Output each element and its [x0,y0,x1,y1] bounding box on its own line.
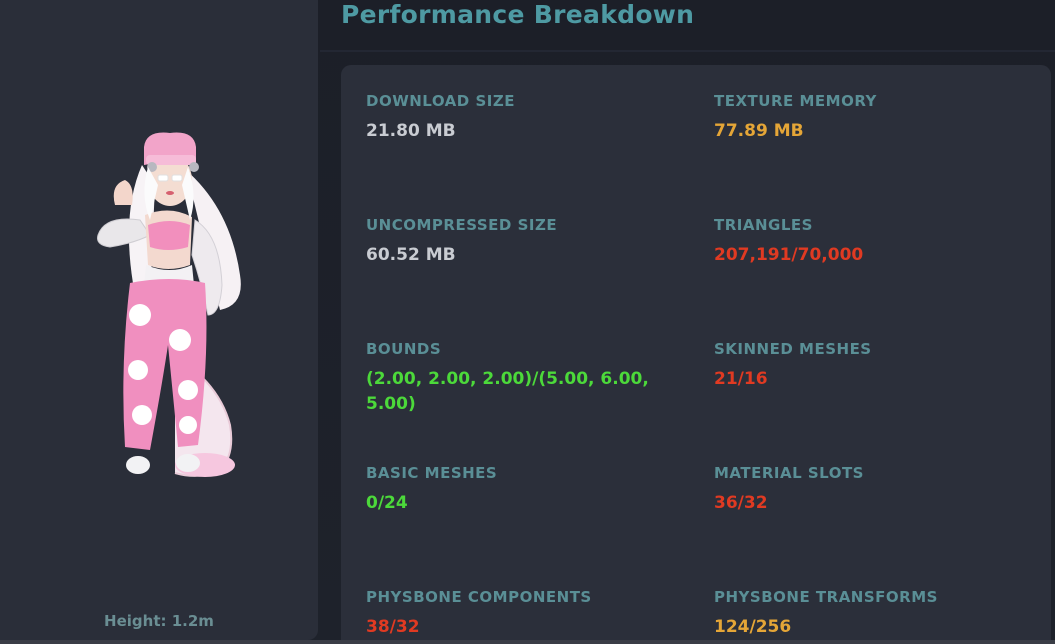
stat-skinned-meshes: SKINNED MESHES 21/16 [714,339,1014,392]
avatar-preview-panel: Height: 1.2m [0,0,318,640]
stat-uncompressed-size: UNCOMPRESSED SIZE 60.52 MB [366,215,666,268]
stat-value: 21.80 MB [366,121,456,141]
stat-value: 38/32 [366,617,420,637]
stat-value: 0/24 [366,493,408,513]
stat-value: 21/16 [714,369,768,389]
stat-value: 124/256 [714,617,792,637]
stat-texture-memory: TEXTURE MEMORY 77.89 MB [714,91,1014,144]
stat-label: UNCOMPRESSED SIZE [366,216,558,234]
stat-triangles: TRIANGLES 207,191/70,000 [714,215,1014,268]
stat-value: 207,191/70,000 [714,245,864,265]
stat-label: SKINNED MESHES [714,340,872,358]
stat-label: TRIANGLES [714,216,813,234]
page-title: Performance Breakdown [341,0,695,29]
stat-basic-meshes: BASIC MESHES 0/24 [366,463,666,516]
stat-value: 36/32 [714,493,768,513]
header-divider [320,50,1055,52]
stat-label: BASIC MESHES [366,464,498,482]
performance-breakdown-screen: Height: 1.2m Performance Breakdown DOWNL… [0,0,1055,644]
stat-bounds: BOUNDS (2.00, 2.00, 2.00)/(5.00, 6.00, 5… [366,339,666,417]
stat-label: BOUNDS [366,340,442,358]
stat-value: 60.52 MB [366,245,456,265]
stat-value: 77.89 MB [714,121,804,141]
stat-material-slots: MATERIAL SLOTS 36/32 [714,463,1014,516]
avatar-height-label: Height: 1.2m [104,612,214,630]
stat-label: TEXTURE MEMORY [714,92,877,110]
bottom-strip [0,640,1055,644]
avatar-model [97,132,241,477]
stat-label: DOWNLOAD SIZE [366,92,515,110]
stat-label: PHYSBONE TRANSFORMS [714,588,938,606]
stat-label: PHYSBONE COMPONENTS [366,588,592,606]
stat-physbone-components: PHYSBONE COMPONENTS 38/32 [366,587,666,640]
stat-label: MATERIAL SLOTS [714,464,864,482]
stats-card: DOWNLOAD SIZE 21.80 MB TEXTURE MEMORY 77… [341,65,1051,644]
stat-physbone-transforms: PHYSBONE TRANSFORMS 124/256 [714,587,1014,640]
stat-value: (2.00, 2.00, 2.00)/(5.00, 6.00, 5.00) [366,369,649,414]
stat-download-size: DOWNLOAD SIZE 21.80 MB [366,91,666,144]
